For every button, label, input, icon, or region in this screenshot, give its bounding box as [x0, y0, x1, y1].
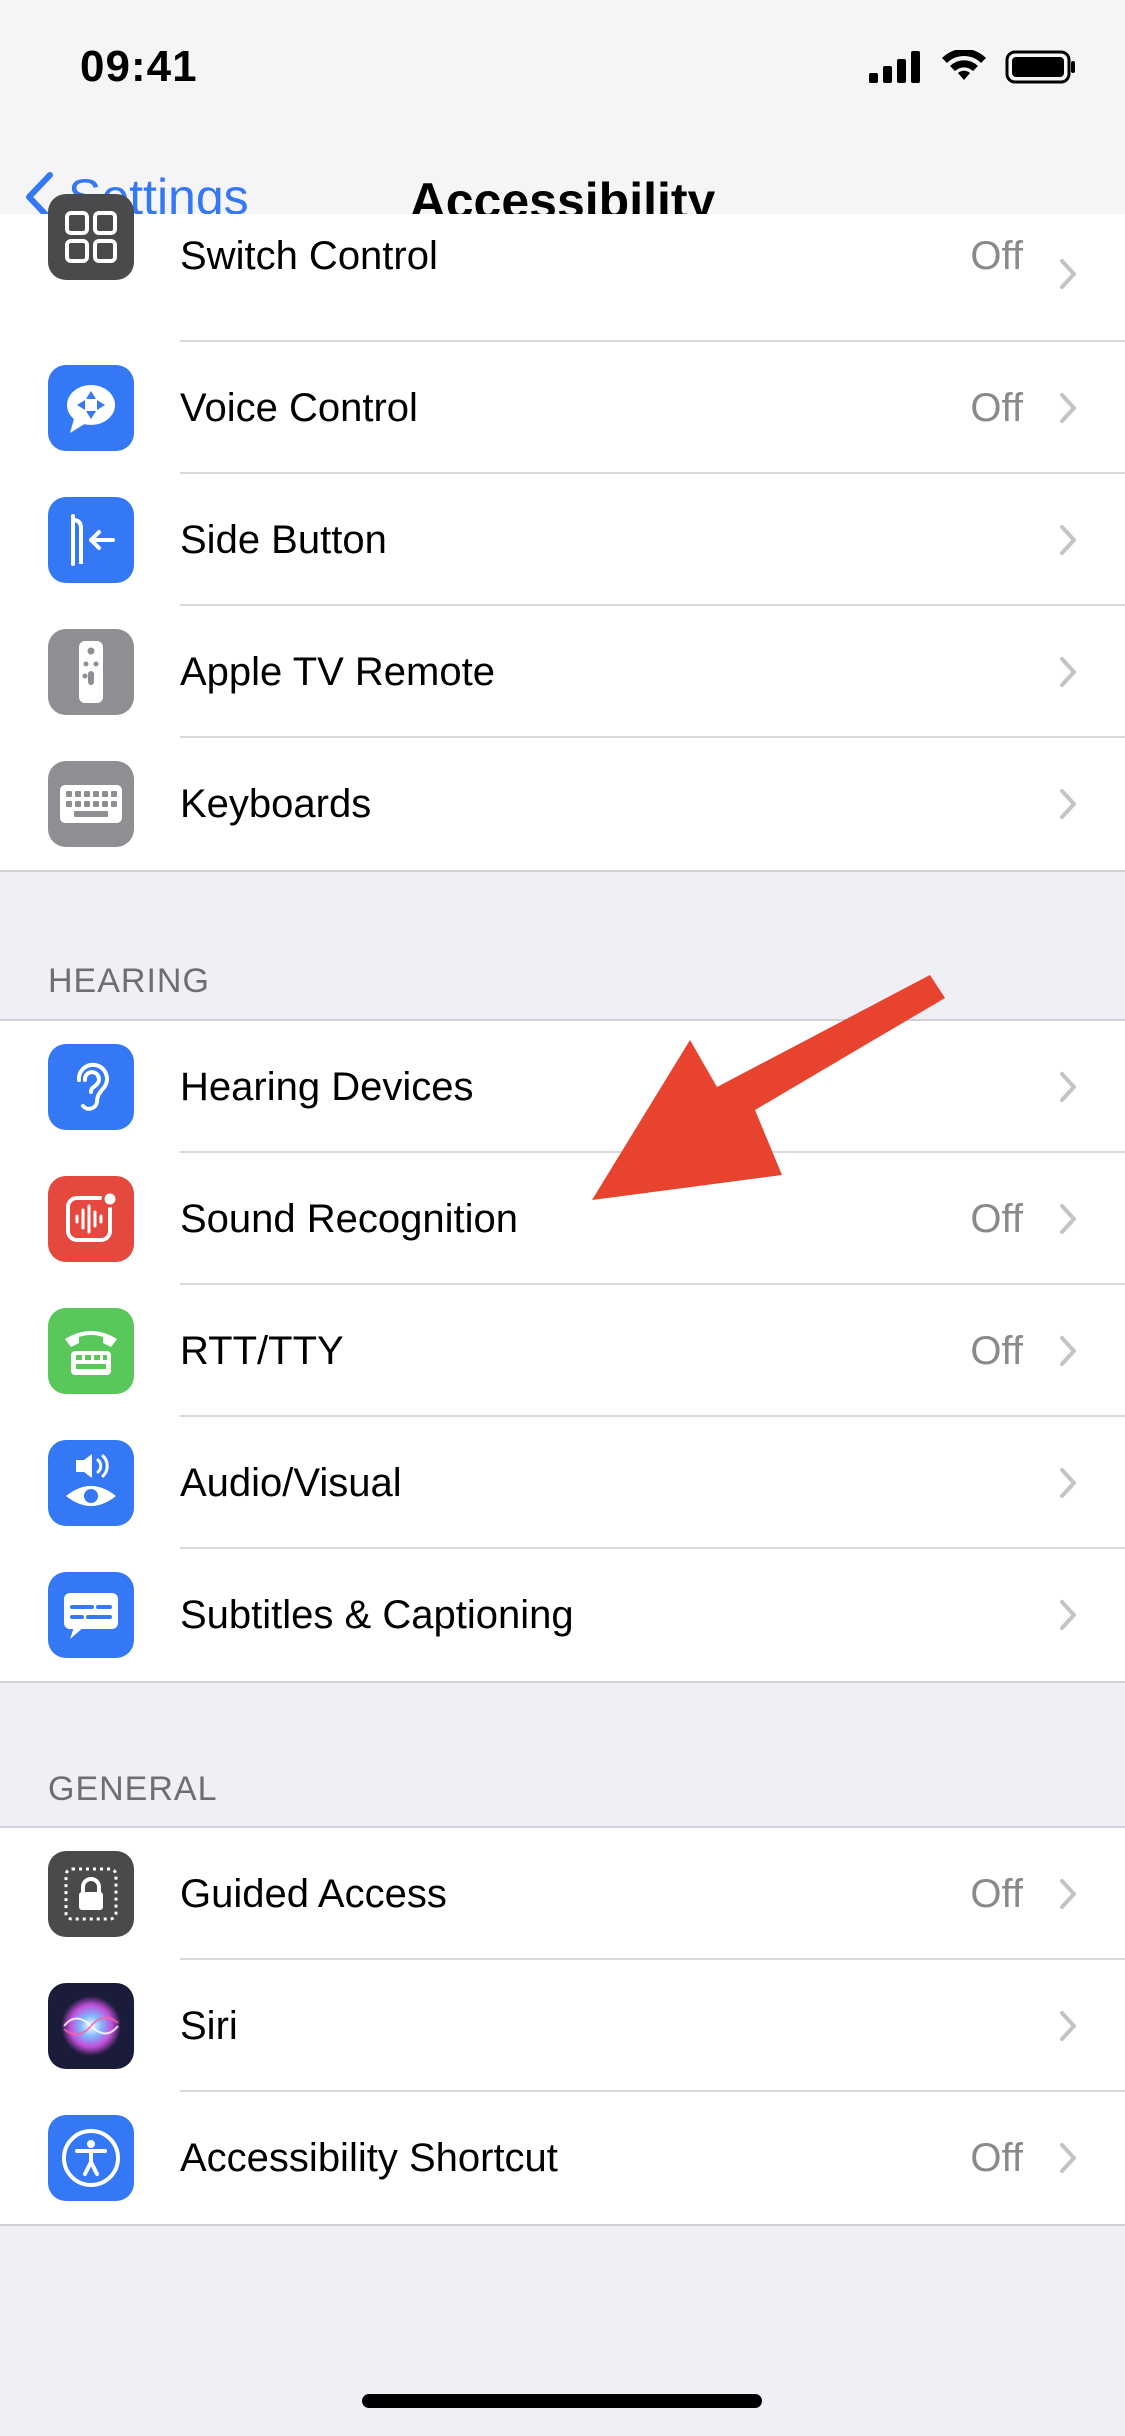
row-siri[interactable]: Siri: [0, 1960, 1125, 2092]
row-side-button[interactable]: Side Button: [0, 474, 1125, 606]
row-accessibility-shortcut[interactable]: Accessibility Shortcut Off: [0, 2092, 1125, 2224]
row-value: Off: [970, 234, 1023, 278]
row-label: Siri: [180, 2003, 238, 2048]
status-time: 09:41: [80, 42, 198, 91]
status-bar: 09:41: [0, 0, 1125, 140]
row-label: Hearing Devices: [180, 1064, 474, 1109]
row-label: Switch Control: [180, 234, 438, 278]
row-label: Voice Control: [180, 385, 418, 430]
row-label: Audio/Visual: [180, 1460, 402, 1505]
side-button-icon: [48, 497, 134, 583]
row-sound-recognition[interactable]: Sound Recognition Off: [0, 1153, 1125, 1285]
row-label: RTT/TTY: [180, 1328, 344, 1373]
row-hearing-devices[interactable]: Hearing Devices: [0, 1021, 1125, 1153]
row-guided-access[interactable]: Guided Access Off: [0, 1828, 1125, 1960]
chevron-right-icon: [1060, 789, 1076, 819]
ear-icon: [48, 1044, 134, 1130]
section-interaction: Switch Control Off Voice Control Off Sid…: [0, 194, 1125, 872]
audio-visual-icon: [48, 1440, 134, 1526]
row-value: Off: [970, 2135, 1023, 2180]
chevron-right-icon: [1060, 1879, 1076, 1909]
switch-control-icon: [48, 194, 134, 280]
row-subtitles-captioning[interactable]: Subtitles & Captioning: [0, 1549, 1125, 1681]
captions-icon: [48, 1572, 134, 1658]
section-general: Guided Access Off Siri Accessibility Sho…: [0, 1826, 1125, 2226]
row-label: Accessibility Shortcut: [180, 2135, 558, 2180]
row-value: Off: [970, 1328, 1023, 1373]
voice-control-icon: [48, 365, 134, 451]
row-voice-control[interactable]: Voice Control Off: [0, 342, 1125, 474]
guided-access-icon: [48, 1851, 134, 1937]
battery-icon: [1005, 50, 1075, 84]
chevron-right-icon: [1060, 1600, 1076, 1630]
chevron-right-icon: [1060, 657, 1076, 687]
section-hearing: Hearing Devices Sound Recognition Off RT…: [0, 1019, 1125, 1683]
row-rtt-tty[interactable]: RTT/TTY Off: [0, 1285, 1125, 1417]
status-icons: [869, 50, 1077, 84]
chevron-right-icon: [1060, 2143, 1076, 2173]
chevron-right-icon: [1060, 525, 1076, 555]
row-label: Guided Access: [180, 1871, 447, 1916]
chevron-right-icon: [1060, 393, 1076, 423]
home-indicator[interactable]: [362, 2394, 762, 2408]
keyboard-icon: [48, 761, 134, 847]
row-keyboards[interactable]: Keyboards: [0, 738, 1125, 870]
tv-remote-icon: [48, 629, 134, 715]
sound-recognition-icon: [48, 1176, 134, 1262]
row-audio-visual[interactable]: Audio/Visual: [0, 1417, 1125, 1549]
wifi-icon: [942, 50, 986, 80]
chevron-right-icon: [1060, 1468, 1076, 1498]
row-label: Keyboards: [180, 781, 372, 826]
row-label: Apple TV Remote: [180, 649, 495, 694]
section-header-general: GENERAL: [48, 1770, 218, 1808]
row-apple-tv-remote[interactable]: Apple TV Remote: [0, 606, 1125, 738]
chevron-right-icon: [1060, 1336, 1076, 1366]
row-label: Side Button: [180, 517, 387, 562]
cellular-signal-icon: [869, 51, 920, 83]
chevron-right-icon: [1060, 2011, 1076, 2041]
row-switch-control[interactable]: Switch Control Off: [0, 194, 1125, 342]
row-value: Off: [970, 1196, 1023, 1241]
section-header-hearing: HEARING: [48, 962, 210, 1000]
row-value: Off: [970, 385, 1023, 430]
siri-icon: [48, 1983, 134, 2069]
accessibility-icon: [48, 2115, 134, 2201]
chevron-right-icon: [1060, 259, 1076, 289]
row-label: Subtitles & Captioning: [180, 1592, 574, 1637]
chevron-right-icon: [1060, 1204, 1076, 1234]
row-value: Off: [970, 1871, 1023, 1916]
chevron-right-icon: [1060, 1072, 1076, 1102]
tty-icon: [48, 1308, 134, 1394]
row-label: Sound Recognition: [180, 1196, 519, 1241]
